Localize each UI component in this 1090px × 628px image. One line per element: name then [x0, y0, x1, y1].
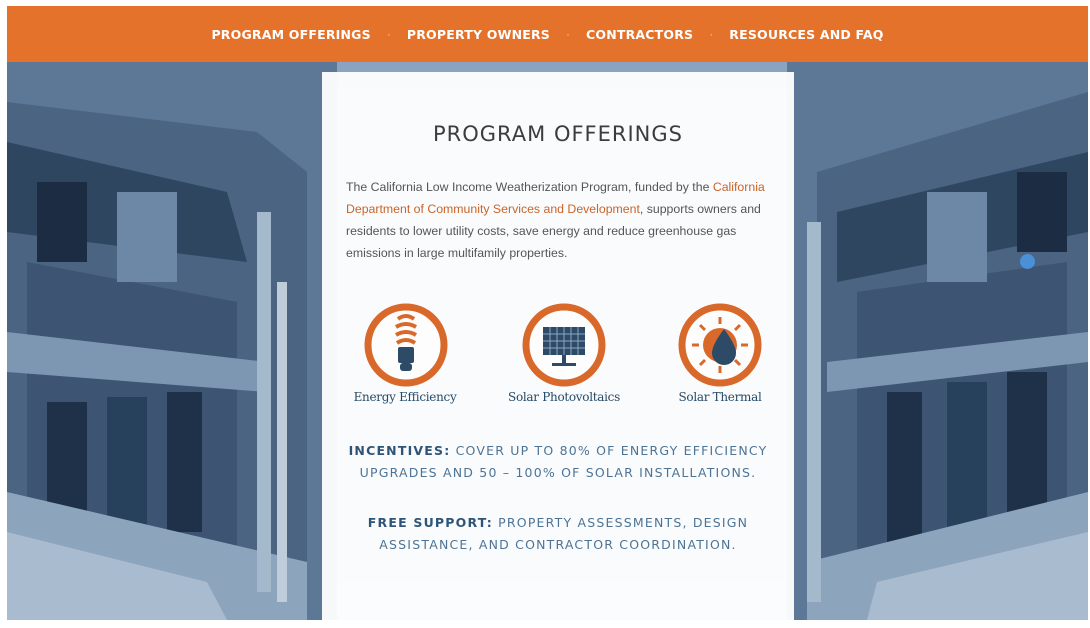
incentives-statement: INCENTIVES: COVER UP TO 80% OF ENERGY EF… — [342, 440, 774, 484]
free-support-statement: FREE SUPPORT: PROPERTY ASSESSMENTS, DESI… — [342, 512, 774, 556]
offering-label-energy-efficiency: Energy Efficiency — [353, 390, 457, 404]
page-title: PROGRAM OFFERINGS — [432, 122, 683, 146]
program-offerings-card: PROGRAM OFFERINGS The California Low Inc… — [322, 72, 794, 620]
nav-property-owners[interactable]: PROPERTY OWNERS — [407, 27, 550, 42]
nav-program-offerings[interactable]: PROGRAM OFFERINGS — [211, 27, 370, 42]
solar-panel-icon[interactable] — [518, 299, 610, 391]
sun-water-drop-icon[interactable] — [674, 299, 766, 391]
nav-contractors[interactable]: CONTRACTORS — [586, 27, 693, 42]
incentives-label: INCENTIVES: — [348, 443, 451, 458]
free-support-label: FREE SUPPORT: — [367, 515, 493, 530]
description-text: The California Low Income Weatherization… — [346, 180, 713, 194]
slider-dot[interactable] — [1020, 254, 1035, 269]
program-description: The California Low Income Weatherization… — [346, 176, 776, 264]
nav-separator: · — [566, 27, 570, 41]
nav-separator: · — [709, 27, 714, 41]
offering-label-solar-thermal: Solar Thermal — [678, 390, 762, 404]
nav-resources-faq[interactable]: RESOURCES AND FAQ — [729, 27, 883, 42]
light-bulb-icon[interactable] — [360, 299, 452, 391]
top-nav: PROGRAM OFFERINGS · PROPERTY OWNERS · CO… — [7, 6, 1088, 62]
offering-label-solar-photovoltaics: Solar Photovoltaics — [508, 390, 620, 404]
page-frame: PROGRAM OFFERINGS · PROPERTY OWNERS · CO… — [7, 6, 1088, 620]
nav-separator: · — [386, 27, 391, 41]
